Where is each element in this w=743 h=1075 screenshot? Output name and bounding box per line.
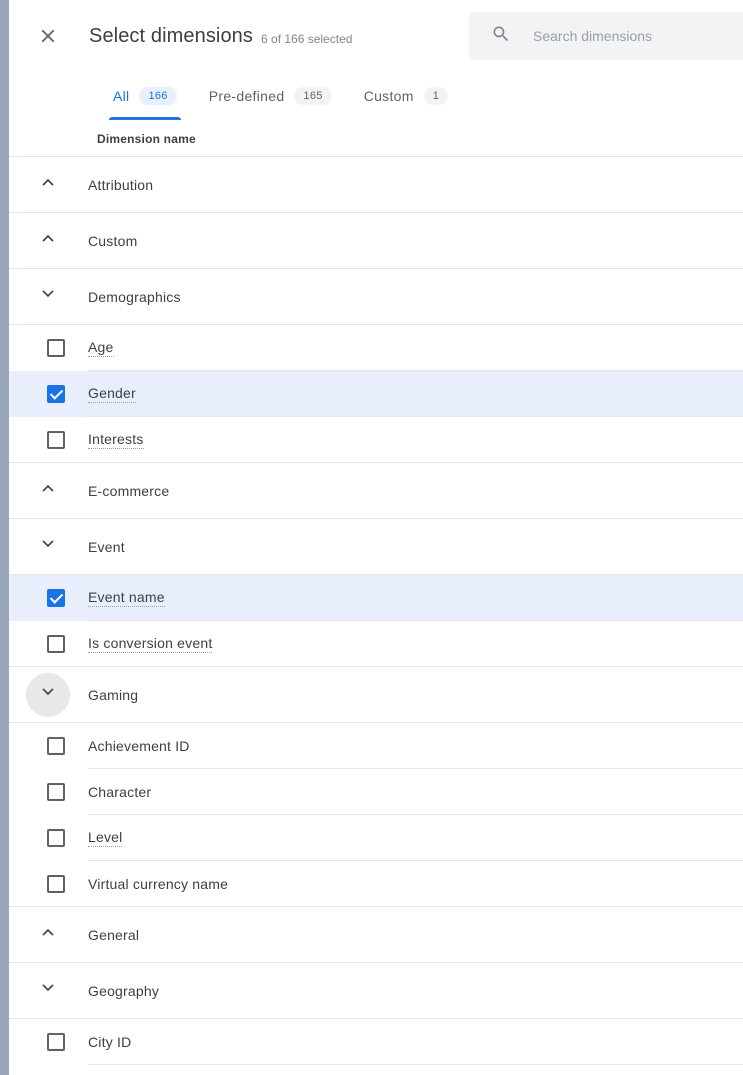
selection-count: 6 of 166 selected <box>261 27 352 46</box>
list-item-interests[interactable]: Interests <box>9 417 743 463</box>
group-label: Custom <box>88 233 137 249</box>
checkbox-virtual-currency-name[interactable] <box>47 875 65 893</box>
group-row-event[interactable]: Event <box>9 519 743 575</box>
tab-label: Custom <box>364 88 414 104</box>
list-item-label: Character <box>88 784 151 800</box>
group-toggle-button[interactable] <box>26 275 70 319</box>
checkbox-character[interactable] <box>47 783 65 801</box>
tab-pre-defined[interactable]: Pre-defined 165 <box>193 72 348 120</box>
list-item-label: Interests <box>88 431 144 449</box>
column-header-dimension-name: Dimension name <box>97 132 196 146</box>
row-divider <box>88 1064 743 1065</box>
group-row-e-commerce[interactable]: E-commerce <box>9 463 743 519</box>
checkbox-is-conversion-event[interactable] <box>47 635 65 653</box>
checkbox-age[interactable] <box>47 339 65 357</box>
chevron-down-icon <box>38 534 58 559</box>
group-toggle-button[interactable] <box>26 163 70 207</box>
left-scrollbar-rail[interactable] <box>0 0 9 1075</box>
list-item-label: Virtual currency name <box>88 876 228 892</box>
group-toggle-button[interactable] <box>26 969 70 1013</box>
dialog-title-group: Select dimensions 6 of 166 selected <box>89 0 352 72</box>
tab-count-badge: 165 <box>294 87 331 105</box>
checkbox-level[interactable] <box>47 829 65 847</box>
group-label: Demographics <box>88 289 181 305</box>
list-item-virtual-currency-name[interactable]: Virtual currency name <box>9 861 743 907</box>
tab-count-badge: 1 <box>424 87 448 105</box>
close-button[interactable] <box>26 14 70 58</box>
tab-label: Pre-defined <box>209 88 285 104</box>
checkbox-gender[interactable] <box>47 385 65 403</box>
list-item-label: Age <box>88 339 114 357</box>
list-item-label: Is conversion event <box>88 635 212 653</box>
dialog-body: Select dimensions 6 of 166 selected All 1… <box>9 0 743 1075</box>
group-row-gaming[interactable]: Gaming <box>9 667 743 723</box>
tab-all[interactable]: All 166 <box>97 72 193 120</box>
search-input[interactable] <box>533 24 733 48</box>
group-toggle-button[interactable] <box>26 913 70 957</box>
tab-custom[interactable]: Custom 1 <box>348 72 464 120</box>
group-row-custom[interactable]: Custom <box>9 213 743 269</box>
checkbox-city-id[interactable] <box>47 1033 65 1051</box>
list-item-label: Level <box>88 829 122 847</box>
tab-count-badge: 166 <box>139 87 176 105</box>
checkbox-achievement-id[interactable] <box>47 737 65 755</box>
group-label: Event <box>88 539 125 555</box>
list-item-label: City ID <box>88 1034 131 1050</box>
checkbox-event-name[interactable] <box>47 589 65 607</box>
group-label: E-commerce <box>88 483 169 499</box>
group-label: Geography <box>88 983 159 999</box>
dimension-list: Attribution Custom Demographics Age Gender In… <box>9 157 743 1065</box>
group-toggle-button[interactable] <box>26 673 70 717</box>
group-row-demographics[interactable]: Demographics <box>9 269 743 325</box>
list-item-level[interactable]: Level <box>9 815 743 861</box>
group-label: Attribution <box>88 177 153 193</box>
list-item-is-conversion-event[interactable]: Is conversion event <box>9 621 743 667</box>
list-item-achievement-id[interactable]: Achievement ID <box>9 723 743 769</box>
tab-label: All <box>113 88 129 104</box>
chevron-down-icon <box>38 682 58 707</box>
group-toggle-button[interactable] <box>26 469 70 513</box>
table-column-header: Dimension name <box>9 122 743 157</box>
list-item-age[interactable]: Age <box>9 325 743 371</box>
tab-bar: All 166 Pre-defined 165 Custom 1 <box>9 72 743 122</box>
list-item-label: Event name <box>88 589 165 607</box>
chevron-up-icon <box>38 172 58 197</box>
list-item-city-id[interactable]: City ID <box>9 1019 743 1065</box>
group-toggle-button[interactable] <box>26 219 70 263</box>
chevron-up-icon <box>38 922 58 947</box>
chevron-down-icon <box>38 284 58 309</box>
list-item-character[interactable]: Character <box>9 769 743 815</box>
list-item-label: Gender <box>88 385 136 403</box>
search-icon <box>491 24 511 49</box>
group-label: General <box>88 927 139 943</box>
group-row-geography[interactable]: Geography <box>9 963 743 1019</box>
group-row-attribution[interactable]: Attribution <box>9 157 743 213</box>
chevron-up-icon <box>38 478 58 503</box>
group-row-general[interactable]: General <box>9 907 743 963</box>
chevron-down-icon <box>38 978 58 1003</box>
list-item-gender[interactable]: Gender <box>9 371 743 417</box>
group-label: Gaming <box>88 687 138 703</box>
dialog-header: Select dimensions 6 of 166 selected <box>9 0 743 72</box>
close-icon <box>37 25 59 47</box>
list-item-label: Achievement ID <box>88 738 190 754</box>
group-toggle-button[interactable] <box>26 525 70 569</box>
chevron-up-icon <box>38 228 58 253</box>
checkbox-interests[interactable] <box>47 431 65 449</box>
active-tab-indicator <box>109 117 181 120</box>
select-dimensions-dialog: Select dimensions 6 of 166 selected All 1… <box>0 0 743 1075</box>
list-item-event-name[interactable]: Event name <box>9 575 743 621</box>
page-title: Select dimensions <box>89 25 253 48</box>
search-box[interactable] <box>469 12 743 60</box>
